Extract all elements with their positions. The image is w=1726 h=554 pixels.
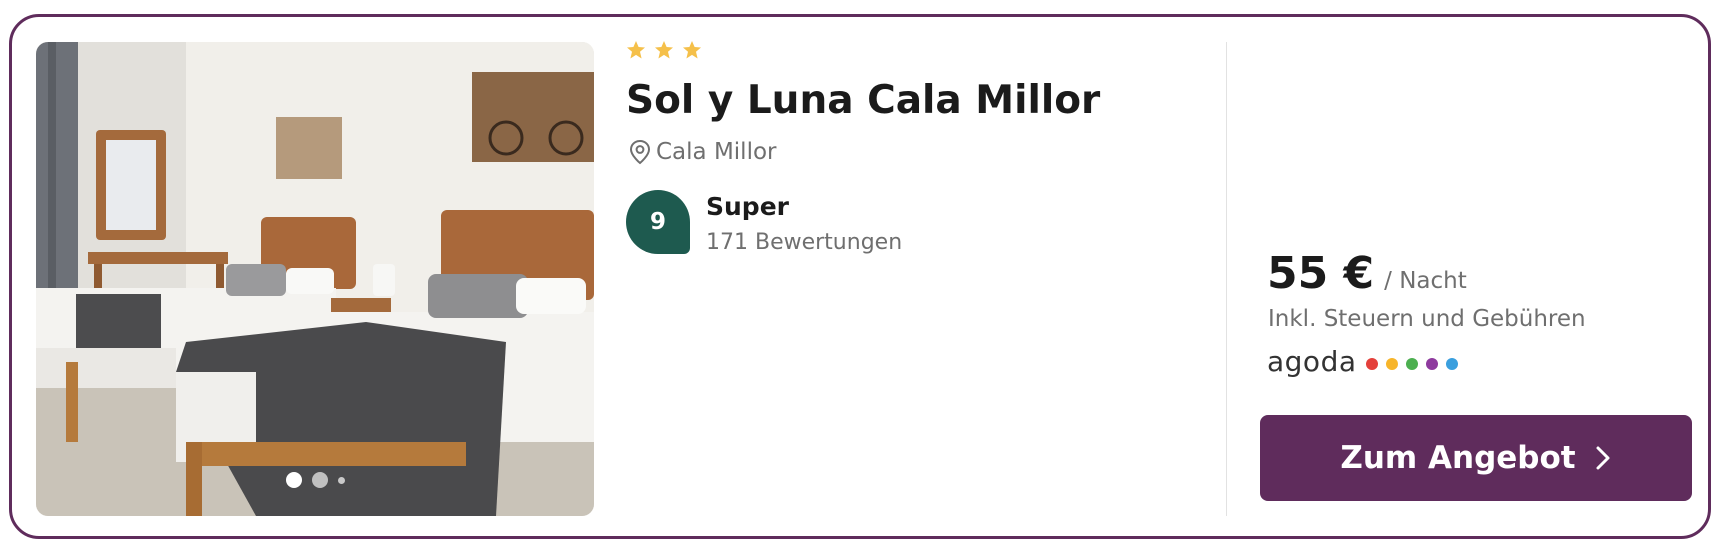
- hotel-photo[interactable]: [36, 42, 594, 516]
- provider-dot: [1365, 357, 1378, 370]
- divider: [1226, 42, 1227, 516]
- provider-logo: agoda: [1267, 345, 1458, 378]
- carousel-dot-2[interactable]: [311, 472, 328, 488]
- star-icon: [683, 41, 701, 59]
- price-note: Inkl. Steuern und Gebühren: [1268, 306, 1586, 332]
- location-pin-icon: [629, 139, 651, 165]
- chevron-right-icon: [1596, 446, 1610, 470]
- carousel-dot-1[interactable]: [285, 472, 302, 488]
- rating-score-badge: 9: [626, 190, 690, 254]
- view-offer-label: Zum Angebot: [1340, 440, 1576, 476]
- location-text: Cala Millor: [656, 139, 777, 165]
- review-count[interactable]: 171 Bewertungen: [706, 230, 902, 255]
- star-icon: [655, 41, 673, 59]
- hotel-location: Cala Millor: [628, 139, 777, 165]
- view-offer-button[interactable]: Zum Angebot: [1260, 415, 1692, 501]
- provider-dot: [1445, 357, 1458, 370]
- price-amount: 55 €: [1267, 248, 1375, 299]
- provider-dot: [1425, 357, 1438, 370]
- provider-name: agoda: [1267, 345, 1357, 378]
- provider-dot: [1405, 357, 1418, 370]
- price-block: 55 € / Nacht: [1267, 248, 1467, 299]
- carousel-dots[interactable]: [36, 472, 594, 488]
- price-unit: / Nacht: [1384, 268, 1467, 294]
- hotel-stars: [626, 40, 702, 60]
- carousel-dot-3[interactable]: [337, 476, 345, 484]
- provider-dot: [1385, 357, 1398, 370]
- room-photo-image: [36, 42, 594, 516]
- provider-dots: [1365, 357, 1458, 370]
- star-icon: [627, 41, 645, 59]
- rating-label: Super: [706, 192, 789, 221]
- hotel-name[interactable]: Sol y Luna Cala Millor: [626, 78, 1100, 123]
